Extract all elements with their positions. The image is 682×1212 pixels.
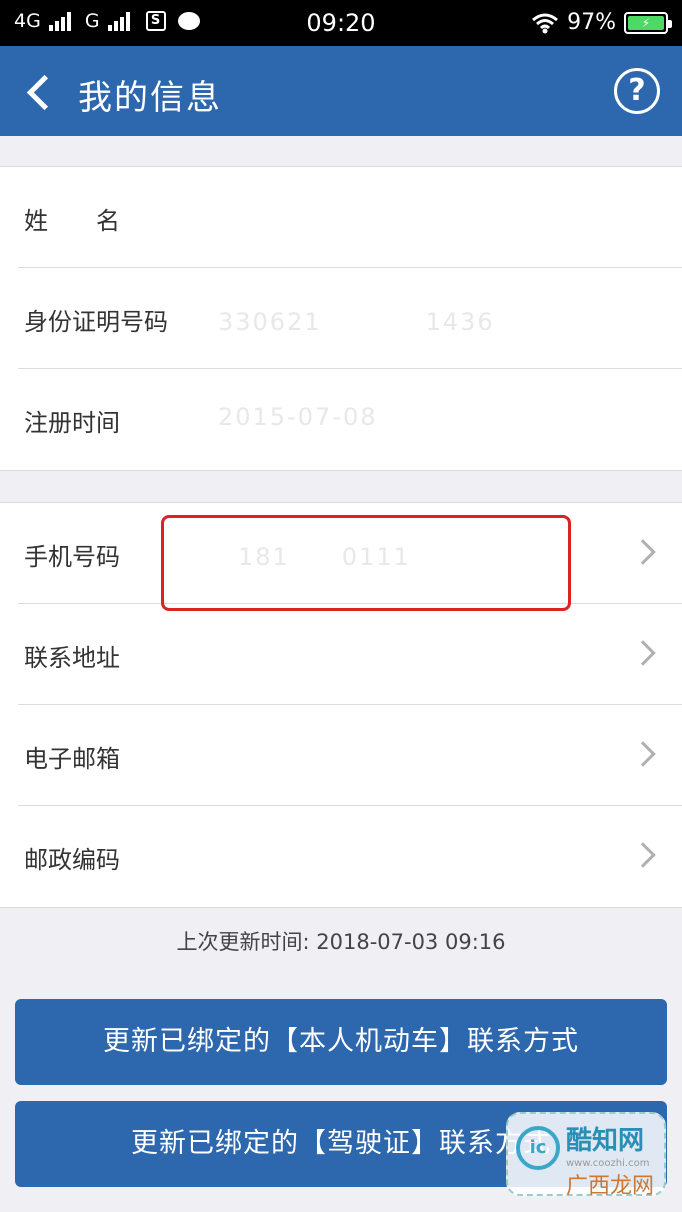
phone-label: 手机号码 [24, 543, 120, 571]
wifi-icon [532, 13, 559, 33]
last-update-text: 上次更新时间: 2018-07-03 09:16 [176, 930, 506, 954]
chevron-right-icon [630, 640, 656, 666]
battery-percent: 97% [567, 10, 616, 35]
id-number-label: 身份证明号码 [24, 308, 168, 336]
name-label: 姓 名 [24, 207, 120, 235]
chevron-right-icon [630, 842, 656, 868]
watermark-line3: 广西龙网 [566, 1174, 655, 1199]
chevron-right-icon [630, 539, 656, 565]
register-time-value: 2015-07-08 [218, 403, 378, 431]
update-vehicle-contact-button[interactable]: 更新已绑定的【本人机动车】联系方式 [15, 999, 667, 1085]
watermark: ic 酷知网 www.coozhi.com 广西龙网 [506, 1112, 666, 1199]
status-bar: 4G G S 09:20 97% ⚡ [0, 0, 682, 46]
row-id-number: 身份证明号码 330621 1436 [18, 268, 682, 369]
watermark-logo-icon: ic [516, 1126, 560, 1170]
address-label: 联系地址 [24, 644, 120, 672]
help-icon[interactable]: ? [614, 68, 660, 114]
row-address[interactable]: 联系地址 [18, 604, 682, 705]
title-bar: 我的信息 ? [0, 46, 682, 136]
row-postcode[interactable]: 邮政编码 [18, 806, 682, 907]
row-email[interactable]: 电子邮箱 [18, 705, 682, 806]
battery-icon: ⚡ [624, 11, 672, 34]
phone-highlight-box [161, 515, 571, 611]
watermark-line1: 酷知网 [566, 1126, 645, 1156]
chevron-right-icon [630, 741, 656, 767]
row-register-time: 注册时间 2015-07-08 [18, 369, 682, 470]
email-label: 电子邮箱 [24, 745, 120, 773]
postcode-label: 邮政编码 [24, 846, 120, 874]
back-arrow-icon[interactable] [20, 68, 64, 114]
id-number-value: 330621 1436 [218, 308, 495, 336]
row-name: 姓 名 [18, 167, 682, 268]
personal-info-group: 姓 名 身份证明号码 330621 1436 注册时间 2015-07-08 [0, 166, 682, 471]
status-right: 97% ⚡ [531, 10, 672, 35]
register-time-label: 注册时间 [24, 409, 120, 437]
page-title: 我的信息 [78, 78, 222, 118]
